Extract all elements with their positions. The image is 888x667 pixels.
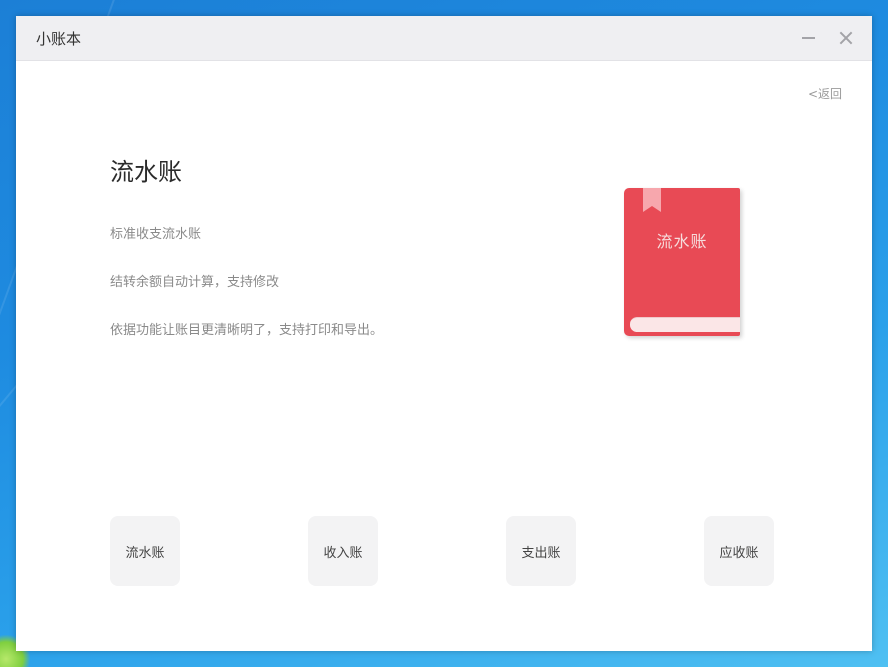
ledger-type-button-expense[interactable]: 支出账 (506, 516, 576, 586)
title-bar[interactable]: 小账本 (16, 16, 872, 61)
feature-description: 标准收支流水账 (110, 227, 202, 242)
minimize-button[interactable] (792, 16, 824, 60)
close-button[interactable] (830, 16, 862, 60)
ledger-type-button-income[interactable]: 收入账 (308, 516, 378, 586)
page-title: 流水账 (110, 158, 182, 186)
feature-description: 结转余额自动计算，支持修改 (110, 275, 280, 290)
window-title: 小账本 (36, 29, 82, 48)
close-icon (839, 31, 853, 45)
ledger-type-label: 收入账 (323, 545, 363, 561)
app-window: 小账本 <返回 流水账 标准收支流水账 结转余额自动计算，支持修改 依据功能让账… (16, 16, 872, 651)
minimize-icon (801, 37, 815, 39)
ledger-type-label: 流水账 (125, 545, 165, 561)
book-pages (630, 317, 740, 332)
desktop-background: 小账本 <返回 流水账 标准收支流水账 结转余额自动计算，支持修改 依据功能让账… (0, 0, 888, 667)
ledger-type-button-receivable[interactable]: 应收账 (704, 516, 774, 586)
book-cover-label: 流水账 (656, 232, 708, 251)
ledger-type-label: 应收账 (719, 545, 759, 561)
back-link[interactable]: <返回 (808, 85, 842, 102)
feature-description: 依据功能让账目更清晰明了，支持打印和导出。 (110, 323, 384, 338)
bookmark-ribbon (643, 188, 661, 212)
ledger-type-label: 支出账 (521, 545, 561, 561)
ledger-type-button-journal[interactable]: 流水账 (110, 516, 180, 586)
ledger-book-illustration: 流水账 (624, 188, 740, 336)
